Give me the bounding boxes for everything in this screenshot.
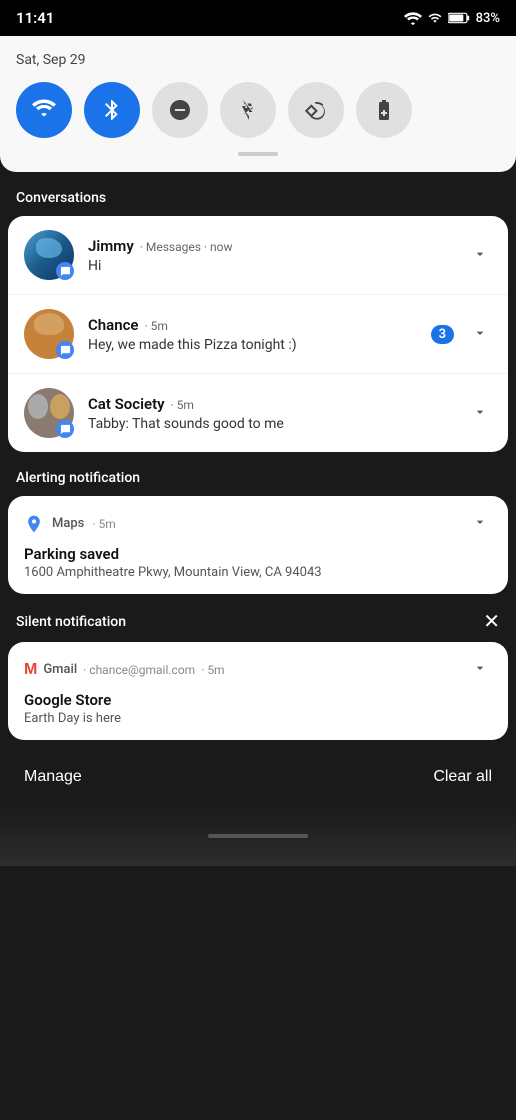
- dnd-toggle[interactable]: [152, 82, 208, 138]
- jimmy-expand-button[interactable]: [468, 242, 492, 269]
- silent-time: · 5m: [201, 663, 224, 677]
- list-item[interactable]: Chance · 5m Hey, we made this Pizza toni…: [8, 295, 508, 374]
- chevron-down-icon: [472, 325, 488, 341]
- silent-close-button[interactable]: ✕: [483, 612, 500, 632]
- silent-app-name: Gmail: [43, 662, 77, 677]
- silent-card[interactable]: M Gmail · chance@gmail.com · 5m Google S…: [8, 642, 508, 740]
- alert-expand-button[interactable]: [468, 510, 492, 537]
- jimmy-meta: · Messages · now: [140, 240, 233, 254]
- silent-section-header: Silent notification ✕: [0, 602, 516, 642]
- avatar-cat-society: [24, 388, 74, 438]
- chevron-down-icon: [472, 404, 488, 420]
- status-bar: 11:41 83%: [0, 0, 516, 36]
- chance-name: Chance: [88, 316, 139, 334]
- chevron-down-icon: [472, 660, 488, 676]
- manage-button[interactable]: Manage: [24, 768, 82, 786]
- quick-toggles: [16, 82, 500, 138]
- wifi-toggle[interactable]: [16, 82, 72, 138]
- silent-email: · chance@gmail.com: [83, 663, 195, 677]
- bottom-overlay: [0, 806, 516, 866]
- jimmy-name: Jimmy: [88, 237, 134, 255]
- list-item[interactable]: Jimmy · Messages · now Hi: [8, 216, 508, 295]
- messages-icon: [56, 262, 74, 280]
- conversations-section-header: Conversations: [0, 180, 516, 216]
- alert-body: 1600 Amphitheatre Pkwy, Mountain View, C…: [24, 565, 492, 580]
- bluetooth-icon: [100, 98, 124, 122]
- status-time: 11:41: [16, 9, 54, 27]
- battery-pct: 83%: [476, 11, 500, 26]
- alert-app-name: Maps: [52, 516, 84, 531]
- wifi-icon: [32, 98, 56, 122]
- chevron-down-icon: [472, 514, 488, 530]
- autorotate-toggle[interactable]: [288, 82, 344, 138]
- wifi-status-icon: [404, 11, 422, 25]
- chance-expand-button[interactable]: [468, 321, 492, 348]
- quick-settings-panel: Sat, Sep 29: [0, 36, 516, 172]
- drag-handle: [238, 152, 278, 156]
- chance-body: Hey, we made this Pizza tonight :): [88, 337, 431, 353]
- avatar-chance: [24, 309, 74, 359]
- rotate-icon: [304, 98, 328, 122]
- silent-body: Earth Day is here: [24, 711, 492, 726]
- dnd-icon: [168, 98, 192, 122]
- silent-title: Google Store: [24, 691, 492, 709]
- battery-plus-icon: [372, 98, 396, 122]
- maps-icon: [24, 514, 44, 534]
- alert-header: Maps · 5m: [24, 510, 492, 537]
- silent-app-row: M Gmail · chance@gmail.com · 5m: [24, 662, 225, 678]
- jimmy-body: Hi: [88, 258, 460, 274]
- status-icons: 83%: [404, 11, 500, 26]
- chance-content: Chance · 5m Hey, we made this Pizza toni…: [88, 316, 431, 353]
- messages-icon: [56, 341, 74, 359]
- silent-label: Silent notification: [16, 614, 126, 630]
- chevron-down-icon: [472, 246, 488, 262]
- cat-society-expand-button[interactable]: [468, 400, 492, 427]
- signal-status-icon: [428, 11, 442, 25]
- date-label: Sat, Sep 29: [16, 52, 500, 68]
- bluetooth-toggle[interactable]: [84, 82, 140, 138]
- cat-society-name: Cat Society: [88, 395, 165, 413]
- messages-icon: [56, 420, 74, 438]
- avatar-jimmy: [24, 230, 74, 280]
- alerting-card[interactable]: Maps · 5m Parking saved 1600 Amphitheatr…: [8, 496, 508, 594]
- alerting-section-header: Alerting notification: [0, 460, 516, 496]
- home-indicator: [208, 834, 308, 838]
- gmail-icon: M: [24, 662, 37, 678]
- cat-society-content: Cat Society · 5m Tabby: That sounds good…: [88, 395, 460, 432]
- jimmy-content: Jimmy · Messages · now Hi: [88, 237, 460, 274]
- battery-status-icon: [448, 11, 470, 25]
- chance-badge: 3: [431, 325, 454, 344]
- alert-app-row: Maps · 5m: [24, 514, 116, 534]
- list-item[interactable]: Cat Society · 5m Tabby: That sounds good…: [8, 374, 508, 452]
- flashlight-toggle[interactable]: [220, 82, 276, 138]
- battery-saver-toggle[interactable]: [356, 82, 412, 138]
- bottom-bar: Manage Clear all: [0, 748, 516, 806]
- cat-society-body: Tabby: That sounds good to me: [88, 416, 460, 432]
- alert-time: · 5m: [92, 517, 115, 531]
- alerting-label: Alerting notification: [16, 470, 140, 486]
- chance-meta: · 5m: [145, 319, 168, 333]
- alert-title: Parking saved: [24, 545, 492, 563]
- conversations-label: Conversations: [16, 190, 106, 206]
- clear-all-button[interactable]: Clear all: [433, 768, 492, 786]
- silent-expand-button[interactable]: [468, 656, 492, 683]
- flashlight-icon: [236, 98, 260, 122]
- silent-header: M Gmail · chance@gmail.com · 5m: [24, 656, 492, 683]
- cat-society-meta: · 5m: [171, 398, 194, 412]
- conversations-card: Jimmy · Messages · now Hi Chance · 5m He…: [8, 216, 508, 452]
